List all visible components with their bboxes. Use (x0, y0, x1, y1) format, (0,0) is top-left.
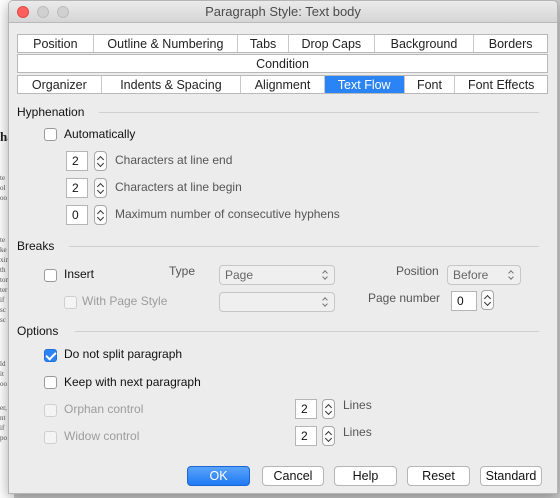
page-number-stepper[interactable] (481, 290, 494, 310)
page-number-label: Page number (368, 291, 441, 305)
tab-organizer[interactable]: Organizer (18, 76, 102, 93)
options-heading: Options (17, 324, 59, 338)
tab-font[interactable]: Font (405, 76, 456, 93)
background-text-line: oo (0, 194, 7, 202)
widow-lines-stepper[interactable] (322, 426, 335, 446)
background-text-line: sc (0, 306, 6, 314)
close-window-button[interactable] (17, 6, 29, 18)
line-begin-label: Characters at line begin (115, 180, 242, 194)
max-hyphens-stepper[interactable] (94, 205, 107, 225)
tab-borders[interactable]: Borders (474, 35, 547, 52)
hyphenation-heading: Hyphenation (17, 105, 85, 119)
do-not-split-checkbox[interactable] (44, 349, 57, 362)
break-type-value: Page (225, 268, 254, 282)
background-text-line: if (0, 296, 5, 304)
reset-button[interactable]: Reset (407, 466, 470, 486)
minimize-window-button[interactable] (37, 6, 49, 18)
chevron-updown-icon (508, 271, 514, 280)
background-text-line: sc (0, 316, 6, 324)
breaks-heading: Breaks (17, 239, 55, 253)
background-text-line: th (0, 266, 6, 274)
section-divider (99, 112, 539, 113)
tab-background[interactable]: Background (375, 35, 475, 52)
line-begin-input[interactable]: 2 (66, 178, 88, 198)
do-not-split-label: Do not split paragraph (64, 347, 183, 361)
standard-button[interactable]: Standard (480, 466, 542, 486)
help-button[interactable]: Help (334, 466, 397, 486)
type-label: Type (169, 264, 196, 278)
widow-control-checkbox[interactable] (44, 431, 57, 444)
tab-alignment[interactable]: Alignment (241, 76, 325, 93)
chevron-updown-icon (322, 271, 328, 280)
tab-condition[interactable]: Condition (18, 55, 547, 72)
automatically-checkbox[interactable] (44, 128, 57, 141)
background-text-line: po (0, 434, 7, 442)
orphan-control-checkbox[interactable] (44, 404, 57, 417)
paragraph-style-dialog: Paragraph Style: Text body Position Outl… (8, 0, 558, 494)
tab-row-1: Position Outline & Numbering Tabs Drop C… (17, 34, 548, 53)
title-bar: Paragraph Style: Text body (9, 1, 557, 23)
zoom-window-button[interactable] (57, 6, 69, 18)
page-number-input[interactable]: 0 (451, 291, 477, 311)
insert-checkbox[interactable] (44, 269, 57, 282)
break-position-value: Before (453, 268, 489, 282)
with-page-style-checkbox[interactable] (64, 296, 77, 309)
background-text-line: te (0, 174, 6, 182)
automatically-label: Automatically (64, 127, 136, 141)
line-end-input[interactable]: 2 (66, 151, 88, 171)
background-text-line: oo (0, 380, 7, 388)
orphan-lines-input[interactable]: 2 (295, 399, 317, 419)
section-divider (69, 246, 539, 247)
chevron-updown-icon (322, 298, 328, 307)
background-text-line: er, (0, 404, 7, 412)
line-end-label: Characters at line end (115, 153, 233, 167)
tab-indents-spacing[interactable]: Indents & Spacing (102, 76, 242, 93)
background-text-line: ld (0, 360, 6, 368)
insert-label: Insert (64, 267, 95, 281)
ok-button[interactable]: OK (187, 466, 250, 486)
tab-position[interactable]: Position (18, 35, 94, 52)
widow-lines-input[interactable]: 2 (295, 426, 317, 446)
with-page-style-label: With Page Style (82, 294, 168, 308)
tab-tabs[interactable]: Tabs (238, 35, 289, 52)
background-text-line: nt (0, 414, 6, 422)
cancel-button[interactable]: Cancel (262, 466, 324, 486)
page-style-select[interactable] (219, 292, 335, 312)
tab-outline-numbering[interactable]: Outline & Numbering (94, 35, 239, 52)
position-label: Position (396, 264, 439, 278)
background-text-line: te (0, 236, 6, 244)
break-type-select[interactable]: Page (219, 265, 335, 285)
max-hyphens-input[interactable]: 0 (66, 205, 88, 225)
tab-row-2: Condition (17, 54, 548, 73)
orphan-lines-unit: Lines (343, 398, 372, 412)
tab-row-3: Organizer Indents & Spacing Alignment Te… (17, 75, 548, 94)
widow-lines-unit: Lines (343, 425, 372, 439)
max-hyphens-label: Maximum number of consecutive hyphens (115, 207, 340, 221)
background-text-line: it (0, 370, 4, 378)
background-text-line: ol (0, 184, 6, 192)
keep-with-next-label: Keep with next paragraph (64, 375, 201, 389)
background-text-line: ter (0, 286, 8, 294)
tab-font-effects[interactable]: Font Effects (455, 76, 547, 93)
background-text-line: ke (0, 246, 7, 254)
break-position-select[interactable]: Before (447, 265, 521, 285)
section-divider (75, 331, 539, 332)
keep-with-next-checkbox[interactable] (44, 376, 57, 389)
line-end-stepper[interactable] (94, 151, 107, 171)
line-begin-stepper[interactable] (94, 178, 107, 198)
tab-drop-caps[interactable]: Drop Caps (289, 35, 375, 52)
background-text-line: if (0, 424, 5, 432)
orphan-control-label: Orphan control (64, 402, 144, 416)
orphan-lines-stepper[interactable] (322, 399, 335, 419)
window-title: Paragraph Style: Text body (205, 4, 361, 19)
tab-text-flow[interactable]: Text Flow (324, 76, 405, 93)
widow-control-label: Widow control (64, 429, 140, 443)
